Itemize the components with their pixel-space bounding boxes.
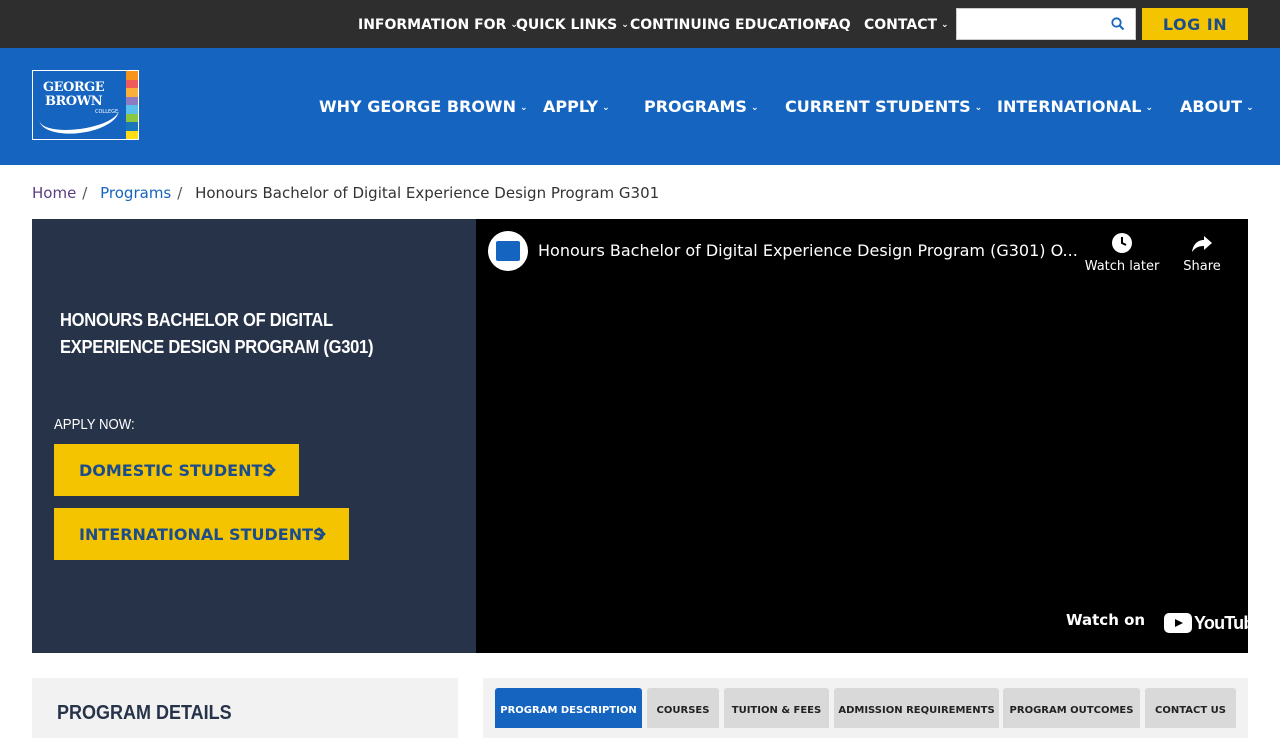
chevron-right-icon	[267, 463, 276, 477]
logo-stripe	[126, 130, 138, 139]
chevron-down-icon: ⌄	[602, 103, 610, 113]
main-navigation: GEORGE BROWN COLLEGE WHY GEORGE BROWN ⌄ A…	[0, 48, 1280, 165]
chevron-down-icon: ⌄	[941, 20, 949, 30]
nav-current-students[interactable]: CURRENT STUDENTS ⌄	[785, 97, 982, 116]
chevron-down-icon: ⌄	[621, 20, 629, 30]
chevron-down-icon: ⌄	[974, 103, 983, 113]
util-nav-continuing-education[interactable]: CONTINUING EDUCATION	[630, 17, 826, 33]
util-nav-faq[interactable]: FAQ	[820, 17, 851, 33]
nav-international[interactable]: INTERNATIONAL ⌄	[997, 97, 1153, 116]
search-box	[956, 8, 1136, 40]
program-details-heading: PROGRAM DETAILS	[57, 702, 232, 724]
logo-stripe	[126, 122, 138, 131]
utility-bar: INFORMATION FOR ⌄ QUICK LINKS ⌄ CONTINUING…	[0, 0, 1280, 48]
youtube-logo[interactable]: YouTube	[1164, 612, 1264, 634]
share-arrow-icon	[1192, 236, 1212, 252]
chevron-down-icon: ⌄	[1246, 103, 1254, 113]
channel-avatar[interactable]	[488, 231, 528, 271]
apply-domestic-button[interactable]: DOMESTIC STUDENTS	[54, 444, 299, 496]
breadcrumb-separator: /	[82, 184, 88, 202]
youtube-play-icon	[1164, 613, 1192, 633]
nav-about[interactable]: ABOUT ⌄	[1180, 97, 1254, 116]
logo-stripe	[126, 113, 138, 122]
program-title: HONOURS BACHELOR OF DIGITAL EXPERIENCE D…	[60, 310, 374, 357]
tab-program-outcomes[interactable]: PROGRAM OUTCOMES	[1003, 688, 1140, 728]
chevron-down-icon: ⌄	[519, 103, 528, 113]
logo-stripe	[126, 71, 138, 80]
tab-tuition-fees[interactable]: TUITION & FEES	[724, 688, 829, 728]
tab-courses[interactable]: COURSES	[647, 688, 719, 728]
search-input[interactable]	[957, 9, 1097, 39]
clock-icon	[1112, 233, 1132, 253]
apply-now-label: APPLY NOW:	[54, 416, 135, 433]
breadcrumb-home-link[interactable]: Home	[32, 184, 76, 202]
tab-program-description[interactable]: PROGRAM DESCRIPTION	[495, 688, 642, 728]
video-title[interactable]: Honours Bachelor of Digital Experience D…	[538, 241, 1078, 260]
logo-stripe	[126, 105, 138, 114]
apply-international-button[interactable]: INTERNATIONAL STUDENTS	[54, 508, 349, 560]
watch-later-button[interactable]: Watch later	[1082, 231, 1162, 291]
youtube-video-embed[interactable]: Honours Bachelor of Digital Experience D…	[476, 219, 1264, 653]
nav-apply[interactable]: APPLY ⌄	[543, 97, 610, 116]
nav-programs[interactable]: PROGRAMS ⌄	[644, 97, 758, 116]
util-nav-contact[interactable]: CONTACT ⌄	[864, 17, 949, 33]
chevron-right-icon	[317, 527, 326, 541]
nav-why-george-brown[interactable]: WHY GEORGE BROWN ⌄	[319, 97, 528, 116]
breadcrumb: Home / Programs / Honours Bachelor of Digi…	[32, 184, 659, 204]
chevron-down-icon: ⌄	[750, 103, 759, 113]
program-tabs: PROGRAM DESCRIPTION COURSES TUITION & FE…	[483, 678, 1248, 738]
logo-stripes	[126, 71, 138, 139]
program-details-panel: PROGRAM DETAILS	[32, 678, 458, 738]
share-button[interactable]: Share	[1162, 231, 1242, 291]
breadcrumb-separator: /	[177, 184, 183, 202]
util-nav-information-for[interactable]: INFORMATION FOR ⌄	[358, 17, 518, 33]
logo-stripe	[126, 79, 138, 88]
util-nav-quick-links[interactable]: QUICK LINKS ⌄	[516, 17, 629, 33]
breadcrumb-current-page: Honours Bachelor of Digital Experience D…	[195, 184, 660, 202]
breadcrumb-programs-link[interactable]: Programs	[100, 184, 171, 202]
program-hero-panel: HONOURS BACHELOR OF DIGITAL EXPERIENCE D…	[32, 219, 476, 653]
login-button[interactable]: LOG IN	[1142, 8, 1248, 40]
logo-subtext: COLLEGE	[95, 109, 119, 115]
tab-contact-us[interactable]: CONTACT US	[1145, 688, 1236, 728]
george-brown-logo[interactable]: GEORGE BROWN COLLEGE	[32, 70, 139, 140]
logo-stripe	[126, 88, 138, 97]
chevron-down-icon: ⌄	[1145, 103, 1154, 113]
logo-wordmark: GEORGE BROWN	[43, 80, 105, 109]
logo-stripe	[126, 96, 138, 105]
tab-admission-requirements[interactable]: ADMISSION REQUIREMENTS	[834, 688, 999, 728]
search-icon[interactable]	[1111, 17, 1125, 31]
watch-on-youtube-label[interactable]: Watch on	[1066, 611, 1145, 629]
